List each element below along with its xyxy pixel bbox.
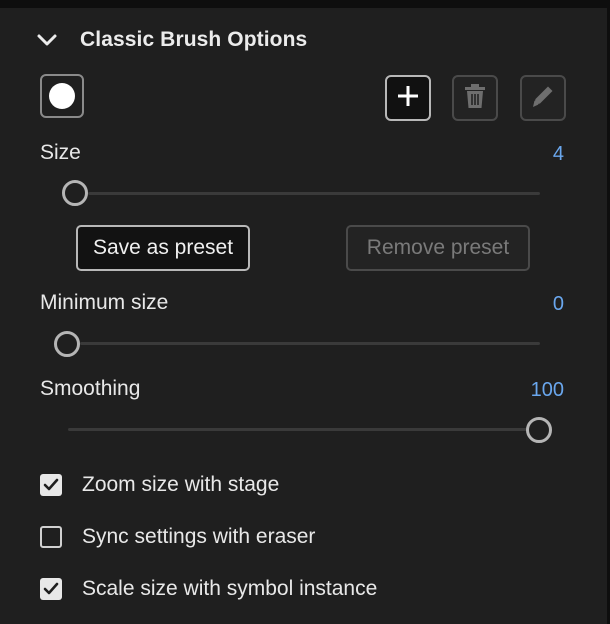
zoom-size-checkbox[interactable] — [40, 474, 62, 496]
size-slider-thumb[interactable] — [62, 180, 88, 206]
classic-brush-options-panel: Classic Brush Options Size 4 Save as pre… — [0, 0, 610, 624]
smoothing-slider-thumb[interactable] — [526, 417, 552, 443]
checkmark-icon — [43, 582, 59, 595]
section-title: Classic Brush Options — [80, 28, 308, 51]
trash-icon — [464, 83, 486, 114]
minimum-size-slider-track[interactable] — [80, 342, 540, 345]
brush-dot-icon — [49, 83, 75, 109]
checkmark-icon — [43, 478, 59, 491]
option-zoom-size-with-stage[interactable]: Zoom size with stage — [40, 470, 279, 500]
plus-icon — [396, 84, 420, 113]
add-brush-button[interactable] — [385, 75, 431, 121]
size-slider-track[interactable] — [88, 192, 540, 195]
sync-settings-label: Sync settings with eraser — [82, 525, 316, 548]
option-sync-settings-with-eraser[interactable]: Sync settings with eraser — [40, 522, 315, 552]
delete-brush-button[interactable] — [452, 75, 498, 121]
minimum-size-value[interactable]: 0 — [484, 293, 564, 316]
edit-brush-button[interactable] — [520, 75, 566, 121]
save-preset-button[interactable]: Save as preset — [76, 225, 250, 271]
panel-top-border — [0, 0, 610, 8]
scale-size-label: Scale size with symbol instance — [82, 577, 378, 600]
remove-preset-button[interactable]: Remove preset — [346, 225, 530, 271]
brush-shape-swatch[interactable] — [40, 74, 84, 118]
scale-size-checkbox[interactable] — [40, 578, 62, 600]
section-header[interactable]: Classic Brush Options — [34, 24, 307, 56]
smoothing-slider-track[interactable] — [68, 428, 528, 431]
zoom-size-label: Zoom size with stage — [82, 473, 280, 496]
minimum-size-slider-thumb[interactable] — [54, 331, 80, 357]
sync-settings-checkbox[interactable] — [40, 526, 62, 548]
smoothing-label: Smoothing — [40, 377, 141, 400]
option-scale-size-with-symbol-instance[interactable]: Scale size with symbol instance — [40, 574, 377, 604]
chevron-down-icon[interactable] — [34, 27, 60, 53]
size-value[interactable]: 4 — [484, 143, 564, 166]
smoothing-value[interactable]: 100 — [484, 379, 564, 402]
minimum-size-label: Minimum size — [40, 291, 169, 314]
size-label: Size — [40, 141, 81, 164]
pencil-icon — [530, 83, 556, 114]
